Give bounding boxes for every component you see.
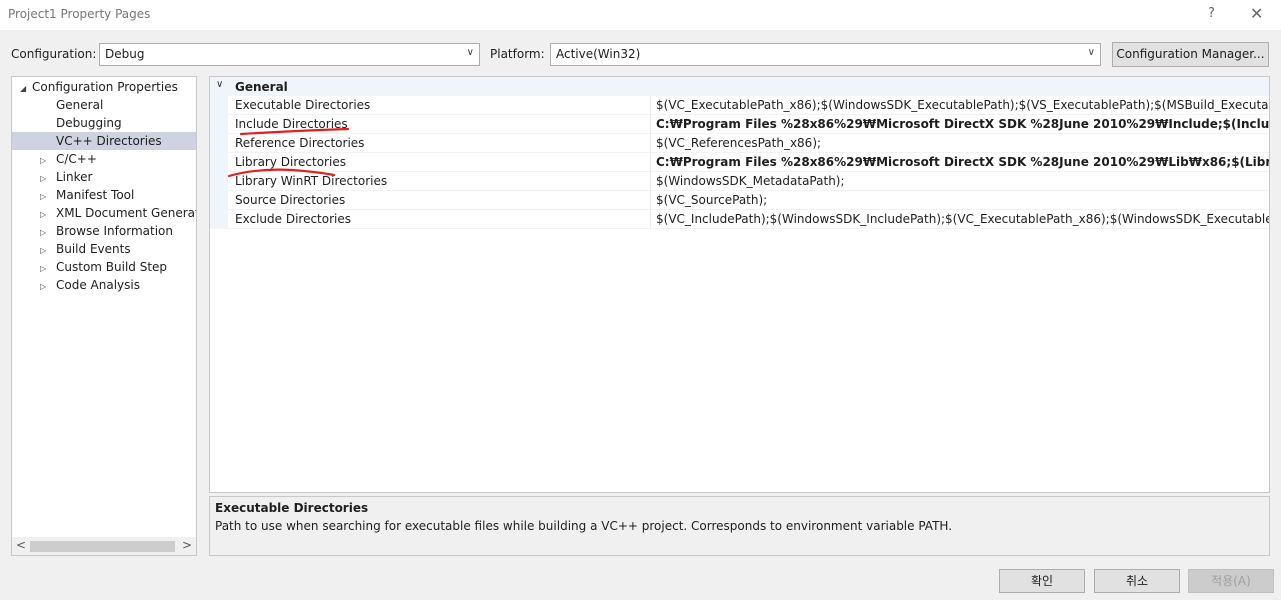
- tree-item-label: Linker: [56, 170, 93, 184]
- help-button[interactable]: ?: [1208, 6, 1215, 21]
- description-text: Path to use when searching for executabl…: [215, 519, 953, 533]
- property-row-include-directories[interactable]: Include Directories C:₩Program Files %28…: [210, 115, 1269, 134]
- property-row-executable-directories[interactable]: Executable Directories $(VC_ExecutablePa…: [210, 96, 1269, 115]
- tree-item-label: VC++ Directories: [56, 134, 162, 148]
- configuration-dropdown[interactable]: Debug ∨: [99, 43, 480, 66]
- property-value[interactable]: $(VC_ReferencesPath_x86);: [656, 136, 821, 150]
- property-value[interactable]: C:₩Program Files %28x86%29₩Microsoft Dir…: [656, 155, 1269, 169]
- tree-item-general[interactable]: General: [12, 96, 196, 114]
- chevron-down-icon: ∨: [1087, 47, 1095, 58]
- tree-item-browse-information[interactable]: ▷ Browse Information: [12, 222, 196, 240]
- property-name: Include Directories: [235, 117, 348, 131]
- window-title: Project1 Property Pages: [8, 7, 151, 21]
- property-row-library-winrt-directories[interactable]: Library WinRT Directories $(WindowsSDK_M…: [210, 172, 1269, 191]
- description-panel: Executable Directories Path to use when …: [209, 496, 1270, 556]
- tree-item-code-analysis[interactable]: ▷ Code Analysis: [12, 276, 196, 294]
- tree-item-c-cpp[interactable]: ▷ C/C++: [12, 150, 196, 168]
- property-value[interactable]: $(VC_SourcePath);: [656, 193, 767, 207]
- row-divider: [228, 228, 1269, 229]
- tree-item-debugging[interactable]: Debugging: [12, 114, 196, 132]
- property-value[interactable]: C:₩Program Files %28x86%29₩Microsoft Dir…: [656, 117, 1269, 131]
- property-row-exclude-directories[interactable]: Exclude Directories $(VC_IncludePath);$(…: [210, 210, 1269, 229]
- tree-horizontal-scrollbar[interactable]: < >: [12, 537, 196, 555]
- property-value[interactable]: $(VC_IncludePath);$(WindowsSDK_IncludePa…: [656, 212, 1269, 226]
- tree-item-label: General: [56, 98, 104, 112]
- property-name: Library Directories: [235, 155, 346, 169]
- property-name: Reference Directories: [235, 136, 365, 150]
- column-divider: [650, 191, 651, 210]
- tree-item-label: Custom Build Step: [56, 260, 168, 274]
- tree-item-custom-build-step[interactable]: ▷ Custom Build Step: [12, 258, 196, 276]
- property-grid: ∨ General Executable Directories $(VC_Ex…: [209, 76, 1270, 493]
- category-general[interactable]: ∨ General: [210, 77, 1269, 96]
- configuration-label: Configuration:: [11, 47, 97, 61]
- property-row-reference-directories[interactable]: Reference Directories $(VC_ReferencesPat…: [210, 134, 1269, 153]
- platform-dropdown[interactable]: Active(Win32) ∨: [550, 43, 1101, 66]
- category-label: General: [235, 80, 288, 94]
- configuration-value: Debug: [105, 47, 145, 61]
- tree-item-manifest-tool[interactable]: ▷ Manifest Tool: [12, 186, 196, 204]
- row-gutter: [210, 96, 228, 115]
- tree-item-build-events[interactable]: ▷ Build Events: [12, 240, 196, 258]
- title-bar: Project1 Property Pages ? ✕: [0, 0, 1281, 30]
- ok-button[interactable]: 확인: [999, 569, 1085, 593]
- property-row-source-directories[interactable]: Source Directories $(VC_SourcePath);: [210, 191, 1269, 210]
- scroll-left-icon[interactable]: <: [16, 538, 26, 552]
- property-value[interactable]: $(WindowsSDK_MetadataPath);: [656, 174, 845, 188]
- tree-item-label: XML Document Generator: [56, 206, 197, 220]
- tree-item-label: Debugging: [56, 116, 122, 130]
- property-tree[interactable]: ◢ Configuration Properties General Debugg…: [11, 76, 197, 556]
- scroll-right-icon[interactable]: >: [182, 538, 192, 552]
- configuration-manager-button[interactable]: Configuration Manager...: [1112, 42, 1269, 67]
- chevron-down-icon[interactable]: ∨: [216, 79, 223, 90]
- tree-item-label: Code Analysis: [56, 278, 140, 292]
- tree-item-linker[interactable]: ▷ Linker: [12, 168, 196, 186]
- row-gutter: [210, 134, 228, 153]
- chevron-down-icon: ∨: [466, 47, 474, 58]
- cancel-button[interactable]: 취소: [1094, 569, 1180, 593]
- column-divider: [650, 115, 651, 134]
- property-name: Executable Directories: [235, 98, 371, 112]
- property-value[interactable]: $(VC_ExecutablePath_x86);$(WindowsSDK_Ex…: [656, 98, 1269, 112]
- scrollbar-thumb[interactable]: [30, 541, 175, 552]
- tree-item-label: C/C++: [56, 152, 97, 166]
- row-gutter: [210, 191, 228, 210]
- description-title: Executable Directories: [215, 501, 369, 515]
- property-name: Source Directories: [235, 193, 346, 207]
- property-name: Library WinRT Directories: [235, 174, 388, 188]
- tree-root-configuration-properties[interactable]: ◢ Configuration Properties: [12, 78, 196, 96]
- tree-item-xml-document-generator[interactable]: ▷ XML Document Generator: [12, 204, 196, 222]
- property-name: Exclude Directories: [235, 212, 351, 226]
- row-gutter: [210, 115, 228, 134]
- tree-item-vc-directories[interactable]: VC++ Directories: [12, 132, 196, 150]
- column-divider: [650, 172, 651, 191]
- apply-button[interactable]: 적용(A): [1188, 569, 1274, 593]
- tree-item-label: Build Events: [56, 242, 131, 256]
- column-divider: [650, 210, 651, 229]
- column-divider: [650, 134, 651, 153]
- platform-label: Platform:: [490, 47, 545, 61]
- column-divider: [650, 96, 651, 115]
- platform-value: Active(Win32): [556, 47, 641, 61]
- tree-item-label: Browse Information: [56, 224, 173, 238]
- close-button[interactable]: ✕: [1250, 4, 1263, 23]
- expand-icon[interactable]: ▷: [40, 278, 52, 296]
- column-divider: [650, 153, 651, 172]
- tree-item-label: Configuration Properties: [32, 80, 178, 94]
- row-gutter: [210, 210, 228, 229]
- property-row-library-directories[interactable]: Library Directories C:₩Program Files %28…: [210, 153, 1269, 172]
- tree-item-label: Manifest Tool: [56, 188, 135, 202]
- row-gutter: [210, 153, 228, 172]
- row-gutter: [210, 172, 228, 191]
